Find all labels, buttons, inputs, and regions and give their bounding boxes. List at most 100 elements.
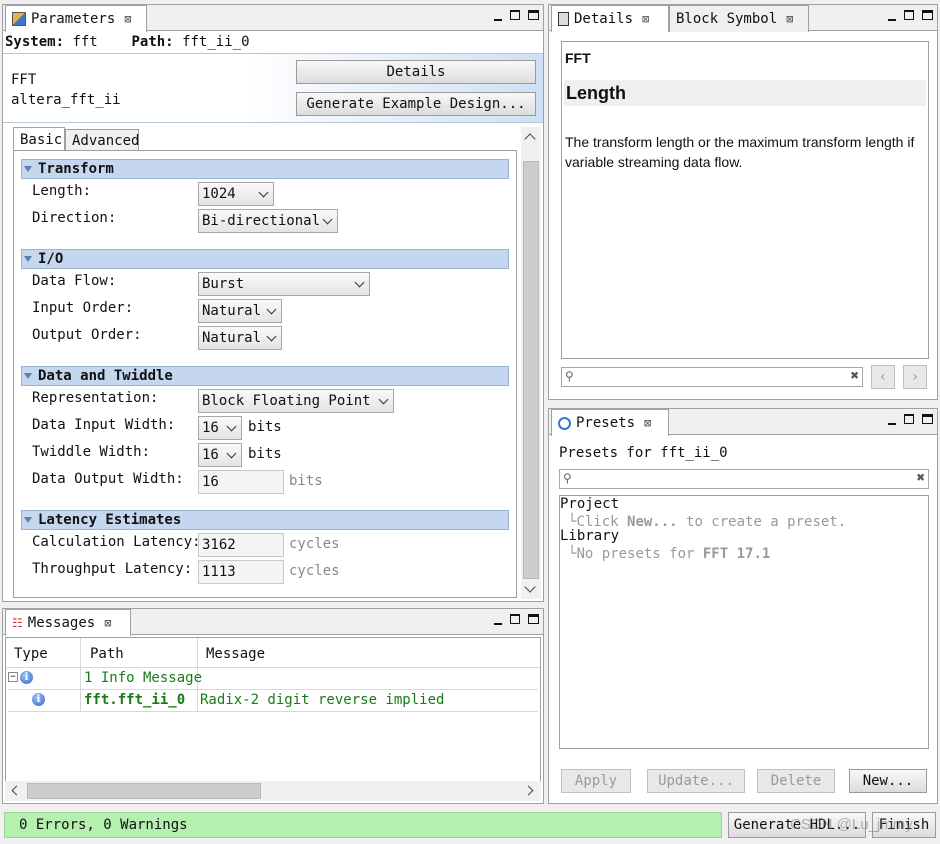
tab-basic[interactable]: Basic xyxy=(13,127,65,151)
horizontal-scrollbar-thumb[interactable] xyxy=(27,783,261,799)
close-icon[interactable]: ⊠ xyxy=(104,616,111,630)
messages-horizontal-scrollbar[interactable] xyxy=(5,781,541,801)
column-type[interactable]: Type xyxy=(14,646,48,662)
minimize-icon[interactable] xyxy=(888,19,896,21)
length-select[interactable]: 1024 xyxy=(198,182,274,206)
tab-block-symbol-label: Block Symbol xyxy=(676,11,778,27)
maximize-icon[interactable] xyxy=(922,10,933,20)
twiddle-width-label: Twiddle Width: xyxy=(32,444,151,460)
restore-icon[interactable] xyxy=(904,414,914,424)
close-icon[interactable]: ⊠ xyxy=(642,12,649,26)
section-io[interactable]: I/O xyxy=(21,249,509,269)
parameters-panel: Parameters ⊠ System: fft Path: fft_ii_0 … xyxy=(2,4,544,602)
twiddle-width-select[interactable]: 16 xyxy=(198,443,242,467)
minimize-icon[interactable] xyxy=(888,423,896,425)
section-io-title: I/O xyxy=(38,251,64,267)
maximize-icon[interactable] xyxy=(922,414,933,424)
update-button[interactable]: Update... xyxy=(647,769,745,793)
calculation-latency-field[interactable]: 3162 xyxy=(198,533,284,557)
section-data-twiddle[interactable]: Data and Twiddle xyxy=(21,366,509,386)
section-latency[interactable]: Latency Estimates xyxy=(21,510,509,530)
status-summary: 0 Errors, 0 Warnings xyxy=(4,812,722,838)
tree-project[interactable]: Project xyxy=(560,496,619,512)
apply-button[interactable]: Apply xyxy=(561,769,631,793)
maximize-icon[interactable] xyxy=(528,614,539,624)
messages-header-row: Type Path Message xyxy=(6,638,540,712)
tab-parameters[interactable]: Parameters ⊠ xyxy=(5,5,147,32)
scroll-down-icon[interactable] xyxy=(524,581,536,593)
data-output-width-field[interactable]: 16 xyxy=(198,470,284,494)
output-order-select[interactable]: Natural xyxy=(198,326,282,350)
restore-icon[interactable] xyxy=(510,614,520,624)
message-text: Radix-2 digit reverse implied xyxy=(200,692,445,708)
previous-button[interactable]: ‹ xyxy=(871,365,895,389)
presets-tree: Project └Click New... to create a preset… xyxy=(559,495,929,749)
next-button[interactable]: › xyxy=(903,365,927,389)
component-header: FFT altera_fft_ii Details Generate Examp… xyxy=(3,53,543,123)
message-group-row[interactable]: − i 1 Info Message xyxy=(8,668,538,690)
chevron-down-icon xyxy=(226,448,237,458)
generate-example-design-button[interactable]: Generate Example Design... xyxy=(296,92,536,116)
path-label: Path: xyxy=(131,34,174,50)
representation-label: Representation: xyxy=(32,390,159,406)
clear-search-icon[interactable]: ✖ xyxy=(917,470,925,486)
chevron-down-icon xyxy=(258,187,269,197)
clear-search-icon[interactable]: ✖ xyxy=(851,368,859,384)
tree-library[interactable]: Library xyxy=(560,528,619,544)
delete-button[interactable]: Delete xyxy=(757,769,835,793)
direction-select[interactable]: Bi-directional xyxy=(198,209,338,233)
tab-advanced[interactable]: Advanced xyxy=(65,129,139,151)
column-message[interactable]: Message xyxy=(206,646,265,662)
scrollbar-thumb[interactable] xyxy=(523,161,539,579)
length-label: Length: xyxy=(32,183,92,199)
tab-messages[interactable]: ☷ Messages ⊠ xyxy=(5,609,131,636)
input-order-select[interactable]: Natural xyxy=(198,299,282,323)
path-value: fft_ii_0 xyxy=(182,34,250,50)
input-order-label: Input Order: xyxy=(32,300,134,316)
data-flow-value: Burst xyxy=(202,276,245,292)
component-name: FFT xyxy=(11,72,37,88)
system-label: System: xyxy=(5,34,65,50)
restore-icon[interactable] xyxy=(904,10,914,20)
scroll-up-icon[interactable] xyxy=(524,133,536,145)
twiddle-width-value: 16 xyxy=(202,447,219,463)
details-search-input[interactable]: ⚲ ✖ xyxy=(561,367,863,387)
minimize-icon[interactable] xyxy=(494,623,502,625)
details-window-buttons xyxy=(888,9,933,21)
close-icon[interactable]: ⊠ xyxy=(644,416,651,430)
maximize-icon[interactable] xyxy=(528,10,539,20)
presets-window-buttons xyxy=(888,413,933,425)
representation-select[interactable]: Block Floating Point xyxy=(198,389,394,413)
scroll-left-icon[interactable] xyxy=(11,785,22,796)
calculation-latency-label: Calculation Latency: xyxy=(32,534,201,550)
details-description: The transform length or the maximum tran… xyxy=(565,134,915,170)
column-path[interactable]: Path xyxy=(90,646,124,662)
section-transform[interactable]: Transform xyxy=(21,159,509,179)
details-heading-large-band: Length xyxy=(564,80,926,106)
tab-advanced-label: Advanced xyxy=(72,132,140,149)
throughput-latency-field[interactable]: 1113 xyxy=(198,560,284,584)
parameters-icon xyxy=(12,12,26,26)
component-id: altera_fft_ii xyxy=(11,92,121,108)
restore-icon[interactable] xyxy=(510,10,520,20)
close-icon[interactable]: ⊠ xyxy=(786,12,793,26)
data-output-width-label: Data Output Width: xyxy=(32,471,184,487)
close-icon[interactable]: ⊠ xyxy=(124,12,131,26)
collapse-tree-icon[interactable]: − xyxy=(8,672,18,682)
tab-presets[interactable]: Presets ⊠ xyxy=(551,409,669,436)
scroll-right-icon[interactable] xyxy=(523,785,534,796)
messages-window-buttons xyxy=(494,613,539,625)
details-button[interactable]: Details xyxy=(296,60,536,84)
parameters-scrollbar[interactable] xyxy=(521,127,541,599)
tab-block-symbol[interactable]: Block Symbol ⊠ xyxy=(669,5,809,32)
message-row[interactable]: i fft.fft_ii_0 Radix-2 digit reverse imp… xyxy=(8,690,538,712)
tab-details[interactable]: Details ⊠ xyxy=(551,5,669,32)
data-output-width-unit: bits xyxy=(289,473,323,489)
minimize-icon[interactable] xyxy=(494,19,502,21)
data-input-width-select[interactable]: 16 xyxy=(198,416,242,440)
new-preset-button[interactable]: New... xyxy=(849,769,927,793)
data-flow-label: Data Flow: xyxy=(32,273,117,289)
data-flow-select[interactable]: Burst xyxy=(198,272,370,296)
presets-search-input[interactable]: ⚲ ✖ xyxy=(559,469,929,489)
presets-icon xyxy=(558,416,571,430)
